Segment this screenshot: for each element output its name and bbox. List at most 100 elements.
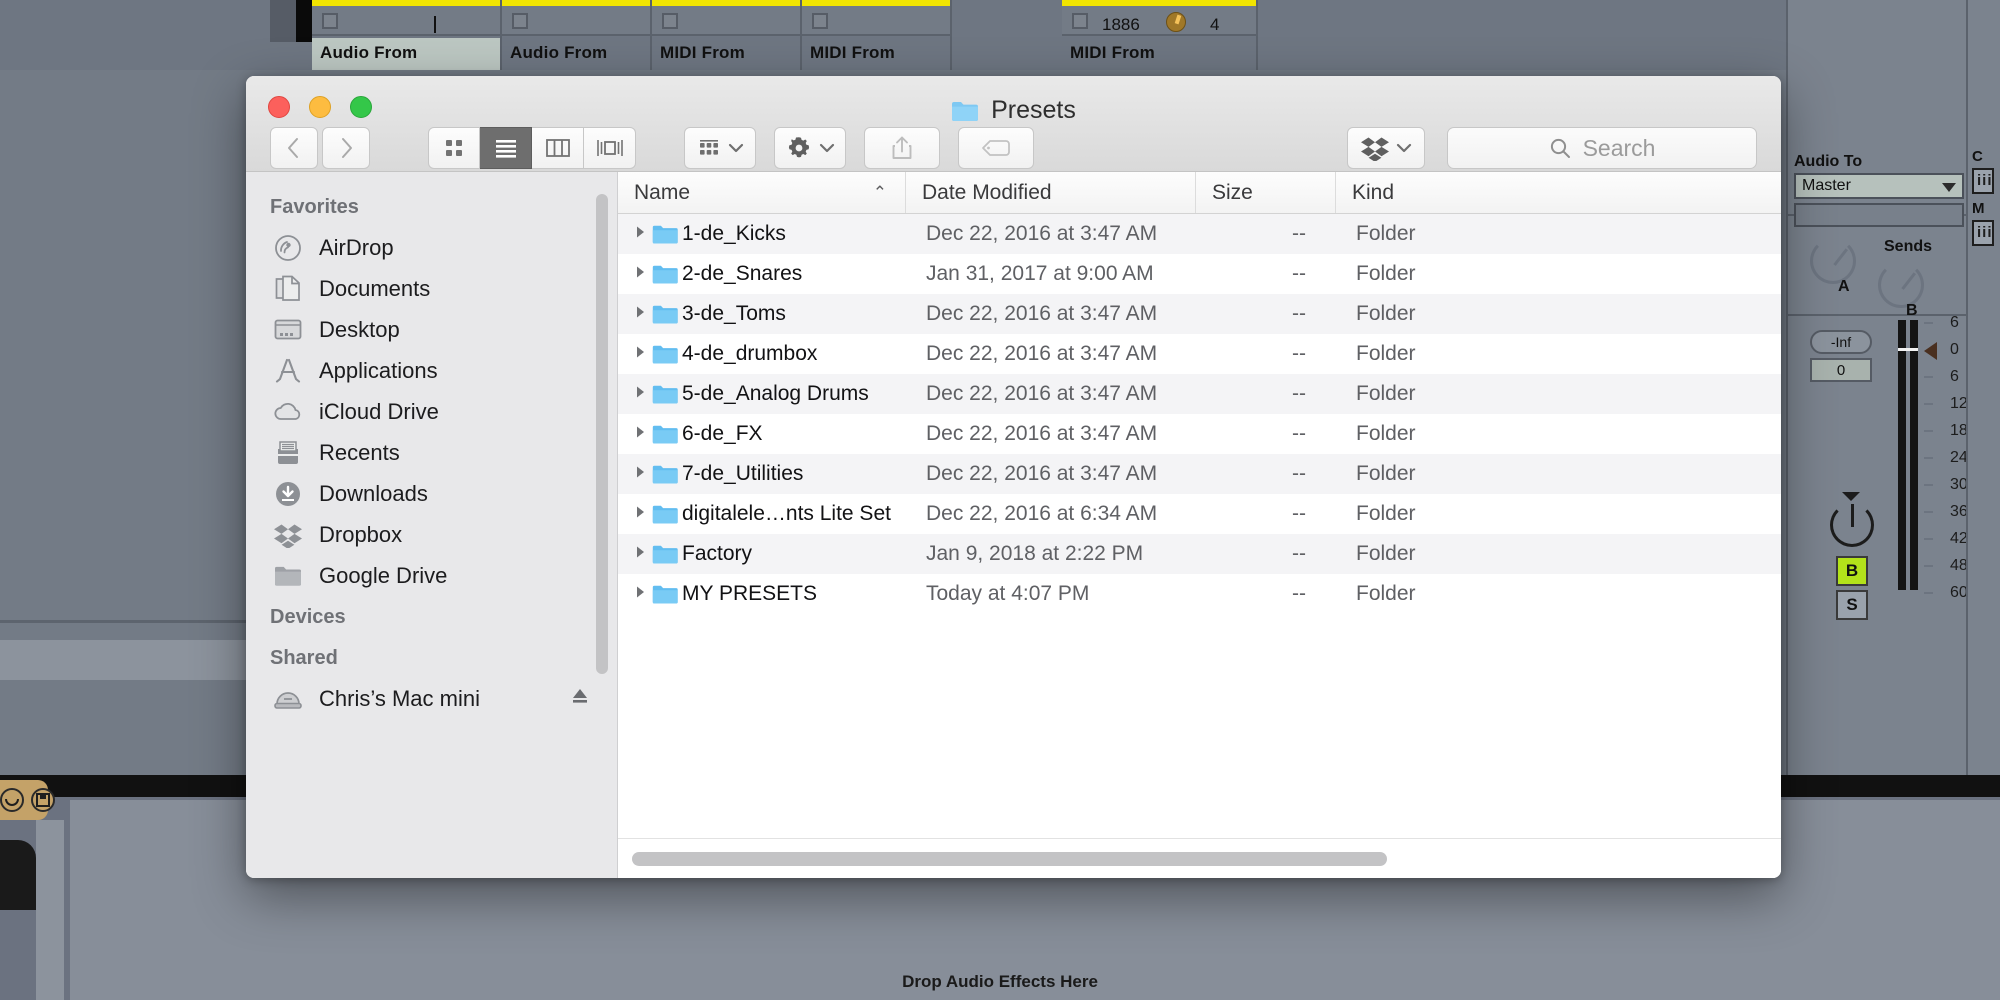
- finder-titlebar[interactable]: Presets Search: [246, 76, 1781, 172]
- arrange-button[interactable]: [684, 127, 756, 169]
- disclosure-triangle-icon[interactable]: [618, 545, 652, 563]
- tick-dash: [1924, 322, 1933, 324]
- sidebar-item-google-drive[interactable]: Google Drive: [246, 555, 617, 596]
- edge-icon-1[interactable]: iii: [1972, 168, 1994, 194]
- clip-stop-button[interactable]: [322, 13, 338, 29]
- sidebar-item-downloads[interactable]: Downloads: [246, 473, 617, 514]
- dropbox-button[interactable]: [1347, 127, 1425, 169]
- track-io-label[interactable]: Audio From: [312, 38, 500, 70]
- icon-view-button[interactable]: [428, 127, 480, 169]
- daw-track-2[interactable]: Audio From: [502, 0, 741, 70]
- disclosure-triangle-icon[interactable]: [618, 225, 652, 243]
- table-row[interactable]: 4-de_drumbox Dec 22, 2016 at 3:47 AM -- Fol…: [618, 334, 1781, 374]
- disclosure-triangle-icon[interactable]: [618, 305, 652, 323]
- table-row[interactable]: digitalele…nts Lite Set Dec 22, 2016 at 6…: [618, 494, 1781, 534]
- finder-toolbar[interactable]: Search: [246, 124, 1781, 172]
- file-list-pane[interactable]: Name ⌃ Date Modified Size Kind 1-de_Kicks Dec…: [618, 172, 1781, 878]
- table-row[interactable]: MY PRESETS Today at 4:07 PM -- Folder: [618, 574, 1781, 614]
- tick-dash: [1924, 430, 1933, 432]
- daw-track-4[interactable]: MIDI From: [802, 0, 952, 70]
- forward-button[interactable]: [322, 127, 370, 169]
- table-row[interactable]: 6-de_FX Dec 22, 2016 at 3:47 AM -- Folder: [618, 414, 1781, 454]
- daw-track-1[interactable]: Audio From: [312, 0, 502, 70]
- horizontal-scrollbar-area[interactable]: [618, 838, 1781, 878]
- column-header-size[interactable]: Size: [1196, 172, 1336, 213]
- send-a-label: A: [1838, 278, 1850, 295]
- finder-window[interactable]: Presets Search Favorites AirDrop Documen…: [246, 76, 1781, 878]
- sidebar-item-documents[interactable]: Documents: [246, 268, 617, 309]
- eject-icon[interactable]: [569, 685, 591, 712]
- track-io-label[interactable]: Audio From: [502, 38, 650, 70]
- column-view-button[interactable]: [532, 127, 584, 169]
- column-header-name[interactable]: Name ⌃: [618, 172, 906, 213]
- disclosure-triangle-icon[interactable]: [618, 465, 652, 483]
- table-row[interactable]: 5-de_Analog Drums Dec 22, 2016 at 3:47 AM…: [618, 374, 1781, 414]
- navigation-group[interactable]: [270, 127, 370, 169]
- clip-stop-button[interactable]: [662, 13, 678, 29]
- track-io-label[interactable]: MIDI From: [802, 38, 950, 70]
- column-headers[interactable]: Name ⌃ Date Modified Size Kind: [618, 172, 1781, 214]
- sidebar-item-recents[interactable]: Recents: [246, 432, 617, 473]
- clip-stop-button[interactable]: [512, 13, 528, 29]
- action-menu-button[interactable]: [774, 127, 846, 169]
- solo-button[interactable]: S: [1836, 590, 1868, 620]
- file-rows[interactable]: 1-de_Kicks Dec 22, 2016 at 3:47 AM -- Folde…: [618, 214, 1781, 838]
- list-view-button[interactable]: [480, 127, 532, 169]
- track-slot-row[interactable]: [652, 6, 800, 36]
- disclosure-triangle-icon[interactable]: [618, 425, 652, 443]
- chevron-down-icon: [728, 143, 743, 153]
- tags-button[interactable]: [958, 127, 1034, 169]
- disclosure-triangle-icon[interactable]: [618, 505, 652, 523]
- pan-knob[interactable]: [1830, 503, 1874, 547]
- finder-sidebar[interactable]: Favorites AirDrop Documents Desktop Applicat…: [246, 172, 618, 878]
- volume-value[interactable]: -Inf: [1810, 330, 1872, 354]
- audio-to-dropdown[interactable]: Master: [1794, 173, 1964, 199]
- daw-track-3[interactable]: MIDI From: [652, 0, 802, 70]
- table-row[interactable]: 2-de_Snares Jan 31, 2017 at 9:00 AM -- Fold…: [618, 254, 1781, 294]
- view-mode-group[interactable]: [428, 127, 636, 169]
- track-slot-row[interactable]: [802, 6, 950, 36]
- clip-knob[interactable]: [1166, 12, 1186, 32]
- save-button[interactable]: [31, 788, 55, 812]
- sidebar-item-airdrop[interactable]: AirDrop: [246, 227, 617, 268]
- level-meter-right: [1910, 320, 1918, 590]
- sidebar-item-chris-s-mac-mini[interactable]: Chris’s Mac mini: [246, 678, 617, 719]
- disclosure-triangle-icon[interactable]: [618, 585, 652, 603]
- pan-value[interactable]: 0: [1810, 358, 1872, 382]
- column-header-label: Size: [1212, 180, 1253, 204]
- disclosure-triangle-icon[interactable]: [618, 345, 652, 363]
- sidebar-scrollbar[interactable]: [596, 194, 608, 674]
- chevron-down-icon: [1942, 183, 1956, 192]
- track-slot-row[interactable]: [502, 6, 741, 36]
- table-row[interactable]: 7-de_Utilities Dec 22, 2016 at 3:47 AM -- F…: [618, 454, 1781, 494]
- horizontal-scrollbar[interactable]: [632, 851, 1387, 866]
- gallery-icon: [596, 140, 623, 156]
- disclosure-triangle-icon[interactable]: [618, 265, 652, 283]
- clip-stop-button[interactable]: [812, 13, 828, 29]
- column-header-kind[interactable]: Kind: [1336, 172, 1781, 213]
- column-header-date-modified[interactable]: Date Modified: [906, 172, 1196, 213]
- sidebar-item-applications[interactable]: Applications: [246, 350, 617, 391]
- track-io-label[interactable]: MIDI From: [652, 38, 800, 70]
- track-io-label[interactable]: MIDI From: [1062, 38, 1256, 70]
- sidebar-item-desktop[interactable]: Desktop: [246, 309, 617, 350]
- track-slot-row[interactable]: 1886 4: [1062, 6, 1256, 36]
- sidebar-item-icloud-drive[interactable]: iCloud Drive: [246, 391, 617, 432]
- edge-icon-2[interactable]: iii: [1972, 220, 1994, 246]
- folder-icon: [652, 264, 682, 285]
- share-button[interactable]: [864, 127, 940, 169]
- search-field[interactable]: Search: [1447, 127, 1757, 169]
- table-row[interactable]: 3-de_Toms Dec 22, 2016 at 3:47 AM -- Folder: [618, 294, 1781, 334]
- daw-track-5[interactable]: 1886 4 MIDI From: [1062, 0, 1258, 70]
- clip-stop-button[interactable]: [1072, 13, 1088, 29]
- track-activator-button[interactable]: B: [1836, 556, 1868, 586]
- sidebar-item-dropbox[interactable]: Dropbox: [246, 514, 617, 555]
- table-row[interactable]: 1-de_Kicks Dec 22, 2016 at 3:47 AM -- Folde…: [618, 214, 1781, 254]
- table-row[interactable]: Factory Jan 9, 2018 at 2:22 PM -- Folder: [618, 534, 1781, 574]
- track-slot-row[interactable]: [312, 6, 500, 36]
- disclosure-triangle-icon[interactable]: [618, 385, 652, 403]
- folder-icon: [652, 344, 682, 365]
- smiley-button[interactable]: [0, 788, 24, 812]
- back-button[interactable]: [270, 127, 318, 169]
- gallery-view-button[interactable]: [584, 127, 636, 169]
